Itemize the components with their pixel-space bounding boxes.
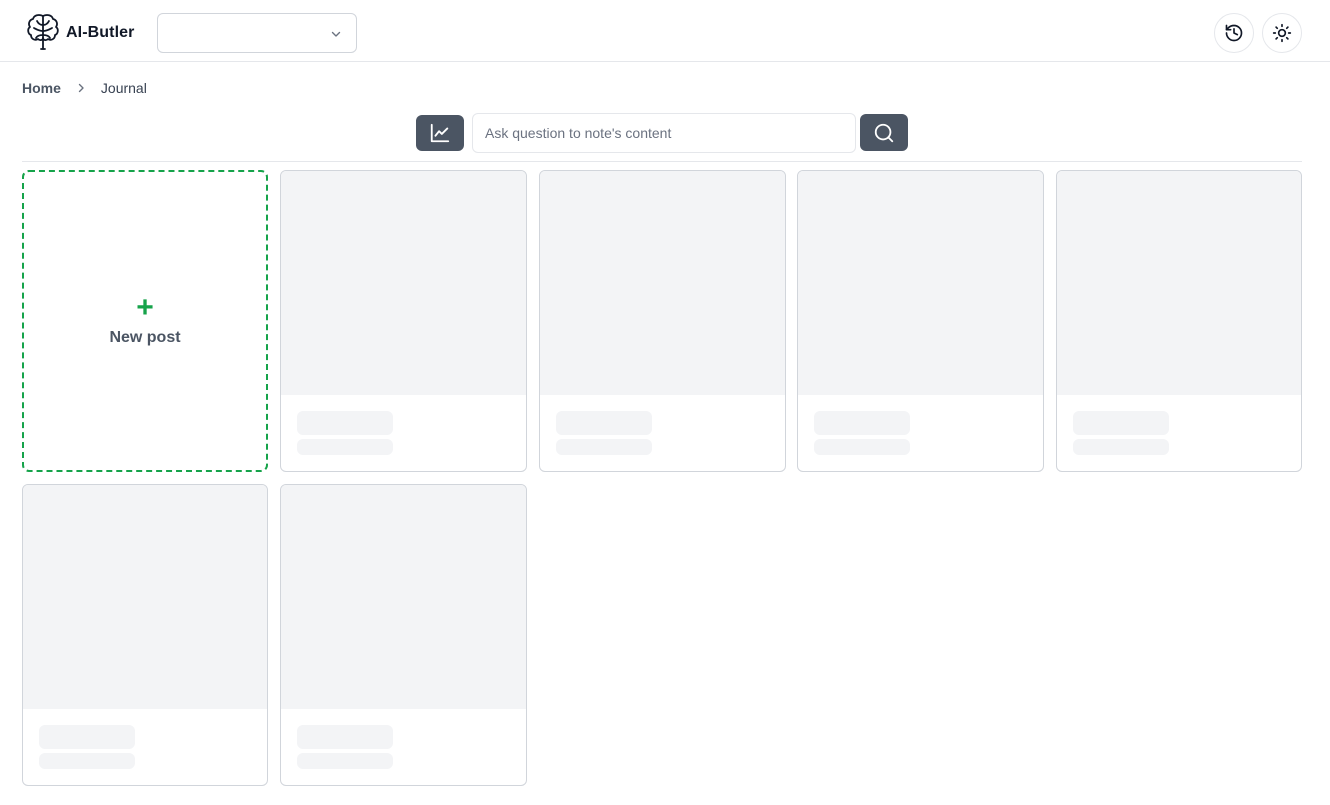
card-thumbnail-skeleton [540, 171, 785, 395]
card-meta-skeleton [1073, 439, 1169, 455]
post-card[interactable] [539, 170, 786, 472]
post-card[interactable] [22, 484, 268, 786]
history-button[interactable] [1214, 13, 1254, 53]
card-meta-skeleton [297, 753, 393, 769]
post-card[interactable] [280, 170, 527, 472]
card-title-skeleton [814, 411, 910, 435]
card-title-skeleton [297, 725, 393, 749]
card-thumbnail-skeleton [281, 485, 526, 709]
history-icon [1225, 24, 1243, 42]
card-thumbnail-skeleton [1057, 171, 1301, 395]
card-title-skeleton [1073, 411, 1169, 435]
new-post-label: New post [109, 329, 181, 346]
breadcrumb-home-link[interactable]: Home [22, 80, 61, 96]
top-header: AI-Butler [0, 0, 1330, 62]
breadcrumb: Home Journal [22, 79, 147, 97]
card-thumbnail-skeleton [23, 485, 267, 709]
theme-toggle-button[interactable] [1262, 13, 1302, 53]
post-card[interactable] [280, 484, 527, 786]
divider [22, 161, 1302, 162]
breadcrumb-current: Journal [100, 80, 147, 96]
post-card[interactable] [1056, 170, 1302, 472]
card-thumbnail-skeleton [798, 171, 1043, 395]
card-thumbnail-skeleton [281, 171, 526, 395]
card-meta-skeleton [297, 439, 393, 455]
card-meta-skeleton [39, 753, 135, 769]
card-meta-skeleton [814, 439, 910, 455]
chevron-right-icon [78, 83, 84, 93]
new-post-card[interactable]: + New post [22, 170, 268, 472]
card-meta-skeleton [556, 439, 652, 455]
card-title-skeleton [39, 725, 135, 749]
plus-icon: + [136, 291, 154, 324]
search-icon [874, 123, 894, 142]
card-title-skeleton [297, 411, 393, 435]
search-button[interactable] [860, 114, 908, 151]
brain-tree-icon[interactable] [26, 13, 60, 51]
sun-icon [1272, 23, 1292, 43]
search-input[interactable] [472, 113, 856, 153]
chart-line-icon [430, 123, 450, 143]
chevron-down-icon [331, 31, 341, 37]
analytics-button[interactable] [416, 115, 464, 151]
project-select[interactable] [157, 13, 357, 53]
card-title-skeleton [556, 411, 652, 435]
post-card[interactable] [797, 170, 1044, 472]
app-title: AI-Butler [66, 24, 135, 41]
